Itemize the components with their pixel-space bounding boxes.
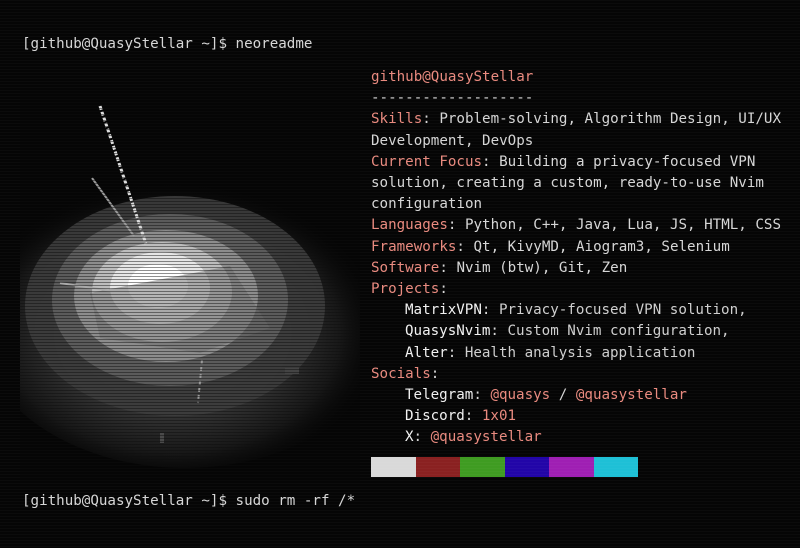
project-desc: Custom Nvim configuration, (507, 323, 730, 340)
palette-swatch (460, 457, 505, 477)
project-name: MatrixVPN (405, 302, 482, 319)
discord-label: Discord (405, 408, 465, 425)
skills-label: Skills (371, 111, 423, 128)
system-info-panel: github@QuasyStellar ------------------- … (371, 67, 791, 449)
projects-row: Projects: (371, 281, 448, 298)
skills-row: Skills: Problem-solving, Algorithm Desig… (371, 111, 782, 128)
x-link[interactable]: @quasystellar (431, 429, 542, 445)
frameworks-label: Frameworks (371, 238, 457, 255)
discord-link[interactable]: 1x01 (482, 408, 516, 424)
frameworks-value: Qt, KivyMD, Aiogram3, Selenium (473, 238, 730, 255)
socials-label: Socials (371, 365, 431, 382)
projects-label: Projects (371, 281, 440, 298)
separator-line: ------------------- (371, 90, 534, 107)
telegram-label: Telegram (405, 387, 474, 404)
skills-value: Problem-solving, Algorithm Design, UI/UX (439, 111, 782, 128)
terminal-prompt-command: [github@QuasyStellar ~]$ sudo rm -rf /* (22, 493, 356, 509)
telegram-link-quasystellar[interactable]: @quasystellar (576, 387, 687, 403)
languages-row: Languages: Python, C++, Java, Lua, JS, H… (371, 217, 782, 234)
software-label: Software (371, 259, 440, 276)
palette-swatch (504, 457, 549, 477)
palette-swatch (549, 457, 594, 477)
galaxy-ascii-art (20, 88, 360, 483)
x-label: X (405, 429, 414, 446)
x-row: X: @quasystellar (405, 429, 542, 446)
telegram-row: Telegram: @quasys / @quasystellar (405, 387, 687, 404)
focus-row-cont: solution, creating a custom, ready-to-us… (371, 175, 764, 192)
software-row: Software: Nvim (btw), Git, Zen (371, 259, 628, 276)
skills-row-cont: Development, DevOps (371, 132, 534, 149)
telegram-link-quasys[interactable]: @quasys (490, 387, 550, 403)
project-item: Alter: Health analysis application (405, 344, 696, 361)
palette-swatch (415, 457, 460, 477)
focus-row-cont2: configuration (371, 196, 483, 213)
languages-value: Python, C++, Java, Lua, JS, HTML, CSS (464, 217, 782, 234)
user-host: github@QuasyStellar (371, 69, 534, 85)
project-item: MatrixVPN: Privacy-focused VPN solution, (405, 302, 747, 319)
terminal-prompt-command: [github@QuasyStellar ~]$ neoreadme (22, 36, 313, 52)
color-palette (371, 457, 638, 477)
languages-label: Languages (371, 217, 448, 234)
socials-row: Socials: (371, 365, 440, 382)
focus-label: Current Focus (371, 153, 483, 170)
palette-swatch (593, 457, 638, 477)
frameworks-row: Frameworks: Qt, KivyMD, Aiogram3, Seleni… (371, 238, 730, 255)
project-name: QuasysNvim (405, 323, 491, 340)
discord-row: Discord: 1x01 (405, 408, 517, 425)
project-name: Alter (405, 344, 448, 361)
focus-row: Current Focus: Building a privacy-focuse… (371, 153, 756, 170)
palette-swatch (371, 457, 416, 477)
project-item: QuasysNvim: Custom Nvim configuration, (405, 323, 730, 340)
telegram-separator: / (558, 387, 568, 404)
project-desc: Privacy-focused VPN solution, (498, 302, 747, 319)
project-desc: Health analysis application (464, 344, 696, 361)
focus-value: Building a privacy-focused VPN (499, 153, 756, 170)
software-value: Nvim (btw), Git, Zen (456, 259, 628, 276)
